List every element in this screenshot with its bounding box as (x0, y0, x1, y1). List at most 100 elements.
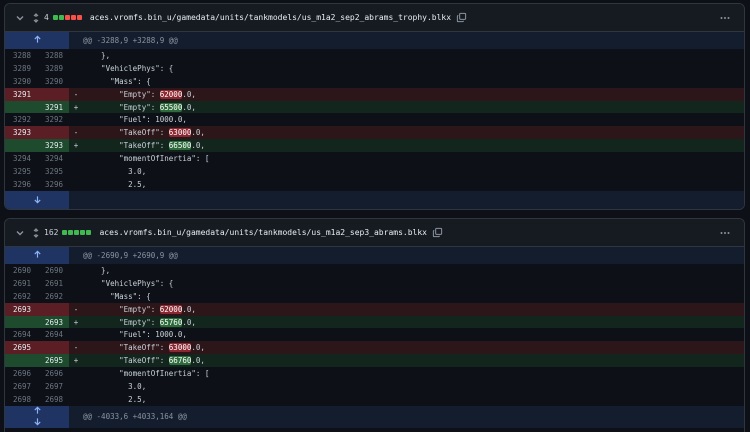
new-line-number[interactable]: 3293 (37, 139, 69, 153)
old-line-number[interactable]: 3295 (5, 165, 37, 178)
new-line-number[interactable]: 3296 (37, 178, 69, 191)
diff-line: 2691 2691 "VehiclePhys": { (5, 277, 744, 290)
code-content: "TakeOff": 63000.0, (83, 341, 744, 355)
old-line-number[interactable]: 3290 (5, 75, 37, 88)
chevron-down-icon[interactable] (15, 228, 25, 238)
diffstat-block (58, 15, 64, 20)
code-content: "Fuel": 1000.0, (83, 328, 744, 341)
code-text: "Fuel": 1000.0, (83, 115, 187, 125)
old-line-number[interactable]: 3288 (5, 49, 37, 62)
expand-down-button[interactable] (5, 190, 69, 209)
old-line-number[interactable] (5, 139, 37, 153)
old-line-number[interactable]: 2698 (5, 393, 37, 406)
code-content: "VehiclePhys": { (83, 62, 744, 75)
old-line-number[interactable] (5, 315, 37, 329)
new-line-number[interactable]: 3289 (37, 62, 69, 75)
new-line-number[interactable]: 3291 (37, 100, 69, 114)
new-line-number[interactable]: 2693 (37, 315, 69, 329)
copy-icon[interactable] (432, 227, 443, 238)
diffstat-blocks (52, 15, 82, 20)
old-line-number[interactable]: 2692 (5, 290, 37, 303)
diff-marker (69, 165, 83, 178)
new-line-number[interactable]: 2690 (37, 264, 69, 277)
new-line-number[interactable]: 2694 (37, 328, 69, 341)
new-line-number[interactable]: 3292 (37, 113, 69, 126)
old-line-number[interactable]: 3289 (5, 62, 37, 75)
chevron-down-icon[interactable] (15, 13, 25, 23)
old-line-number[interactable]: 3292 (5, 113, 37, 126)
old-line-number[interactable]: 2697 (5, 380, 37, 393)
new-line-number[interactable]: 2691 (37, 277, 69, 290)
diff-line: 3291 + "Empty": 65500.0, (5, 100, 744, 114)
code-text: }, (83, 50, 111, 60)
code-text-tail: .0, (182, 89, 196, 99)
diff-marker (69, 380, 83, 393)
new-line-number[interactable]: 2698 (37, 393, 69, 406)
kebab-icon[interactable] (720, 13, 730, 23)
expand-up-button[interactable] (5, 32, 69, 49)
diffstat-block (70, 15, 76, 20)
new-line-number[interactable] (37, 87, 69, 101)
diff-marker (69, 49, 83, 62)
diff-line: 2690 2690 }, (5, 264, 744, 277)
expand-up-button[interactable] (5, 247, 69, 264)
file-name[interactable]: aces.vromfs.bin_u/gamedata/units/tankmod… (90, 13, 451, 22)
old-line-number[interactable]: 3291 (5, 87, 37, 101)
new-line-number[interactable] (37, 126, 69, 140)
new-line-number[interactable]: 3288 (37, 49, 69, 62)
diff-line: 3295 3295 3.0, (5, 165, 744, 178)
code-content: "Mass": { (83, 290, 744, 303)
diff-line: 3294 3294 "momentOfInertia": [ (5, 152, 744, 165)
code-content: 2.5, (83, 393, 744, 406)
code-text: "TakeOff": (83, 141, 169, 151)
code-text: "momentOfInertia": [ (83, 154, 210, 164)
expand-icon[interactable] (31, 12, 41, 23)
new-line-number[interactable]: 2692 (37, 290, 69, 303)
old-line-number[interactable]: 3294 (5, 152, 37, 165)
old-line-number[interactable]: 2694 (5, 328, 37, 341)
expand-down-button[interactable] (5, 405, 69, 428)
old-line-number[interactable] (5, 354, 37, 368)
diff-line: 3291 - "Empty": 62000.0, (5, 87, 744, 101)
changed-value: 62000 (159, 304, 183, 314)
old-line-number[interactable]: 2696 (5, 367, 37, 380)
file-name[interactable]: aces.vromfs.bin_u/gamedata/units/tankmod… (99, 228, 427, 237)
kebab-icon[interactable] (720, 228, 730, 238)
old-line-number[interactable] (5, 100, 37, 114)
code-content: "Empty": 62000.0, (83, 87, 744, 101)
code-content: "TakeOff": 66500.0, (83, 139, 744, 153)
diff-file-2: 162 aces.vromfs.bin_u/gamedata/units/tank… (4, 218, 745, 432)
diff-line: 3293 - "TakeOff": 63000.0, (5, 126, 744, 140)
diffstat-block (74, 230, 80, 235)
code-content: "TakeOff": 66760.0, (83, 354, 744, 368)
code-text: "Mass": { (83, 291, 151, 301)
copy-icon[interactable] (456, 12, 467, 23)
old-line-number[interactable]: 2695 (5, 341, 37, 355)
new-line-number[interactable]: 3294 (37, 152, 69, 165)
diff-marker (69, 178, 83, 191)
old-line-number[interactable]: 3293 (5, 126, 37, 140)
new-line-number[interactable]: 3295 (37, 165, 69, 178)
code-text: "Mass": { (83, 76, 151, 86)
new-line-number[interactable] (37, 302, 69, 316)
hunk-header: @@ -3288,9 +3288,9 @@ (5, 32, 744, 49)
change-count: 4 (44, 13, 49, 22)
code-text-tail: .0, (182, 317, 196, 327)
diffstat-block (62, 230, 68, 235)
old-line-number[interactable]: 2690 (5, 264, 37, 277)
new-line-number[interactable]: 2695 (37, 354, 69, 368)
changed-value: 63000 (168, 128, 192, 138)
expand-icon[interactable] (31, 227, 41, 238)
old-line-number[interactable]: 3296 (5, 178, 37, 191)
diffstat-block (52, 15, 58, 20)
code-text: 3.0, (83, 381, 147, 391)
diff-line: 2693 - "Empty": 62000.0, (5, 302, 744, 316)
new-line-number[interactable] (37, 341, 69, 355)
old-line-number[interactable]: 2691 (5, 277, 37, 290)
new-line-number[interactable]: 2697 (37, 380, 69, 393)
file-header: 4 aces.vromfs.bin_u/gamedata/units/tankmo… (5, 4, 744, 32)
old-line-number[interactable]: 2693 (5, 302, 37, 316)
new-line-number[interactable]: 3290 (37, 75, 69, 88)
diffstat-block (80, 230, 86, 235)
new-line-number[interactable]: 2696 (37, 367, 69, 380)
